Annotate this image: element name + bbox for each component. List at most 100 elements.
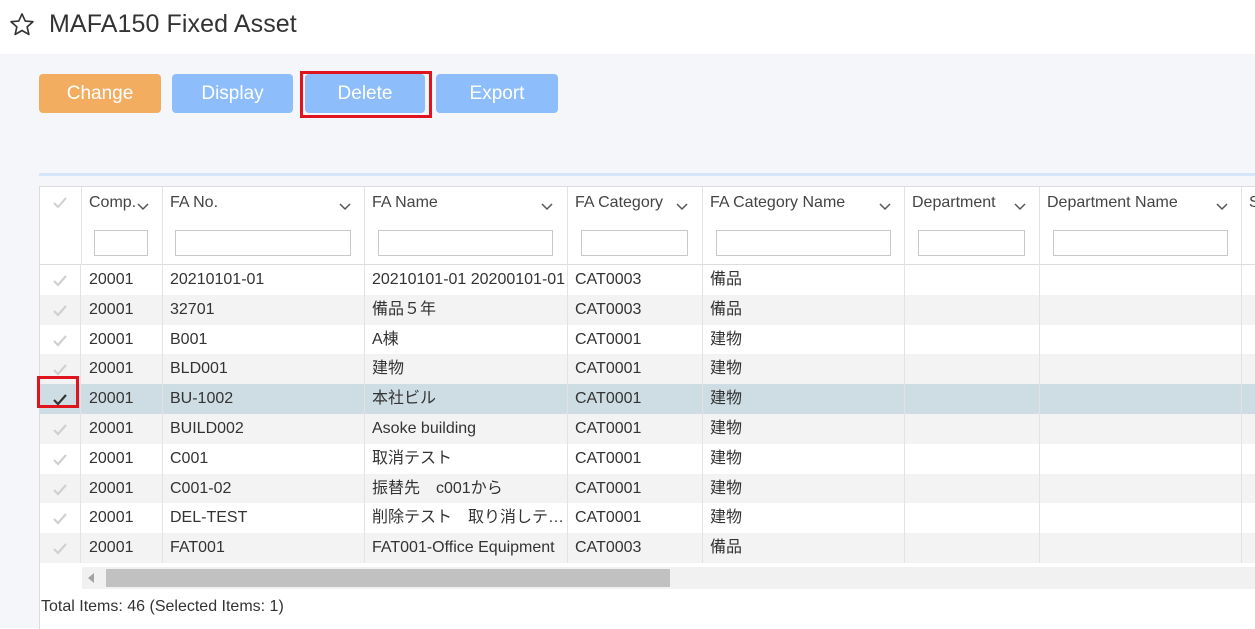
cell-fa-category: CAT0001: [568, 443, 703, 474]
filter-input-fa-name[interactable]: [378, 230, 553, 256]
row-checkbox[interactable]: [40, 324, 81, 355]
cell-company: 20001: [82, 503, 163, 534]
filter-input-fa-category-name[interactable]: [716, 230, 891, 256]
chevron-down-icon[interactable]: [878, 201, 892, 211]
page-title: MAFA150 Fixed Asset: [49, 10, 297, 38]
column-header-next[interactable]: S: [1242, 187, 1255, 265]
column-label: Comp.: [89, 194, 137, 211]
column-label: FA No.: [170, 194, 219, 211]
row-checkbox[interactable]: [40, 354, 81, 385]
row-checkbox[interactable]: [40, 384, 81, 415]
table-row[interactable]: 20001 C001-02 振替先 c001から CAT0001 建物: [40, 473, 1255, 504]
cell-fa-category: CAT0003: [568, 294, 703, 325]
row-checkbox[interactable]: [40, 294, 81, 325]
filter-input-department[interactable]: [918, 230, 1025, 256]
filter-input-fa-category[interactable]: [581, 230, 688, 256]
cell-fa-category-name: 建物: [703, 473, 905, 504]
cell-department-name: [1040, 294, 1242, 325]
cell-next: [1242, 325, 1255, 355]
table-row[interactable]: 20001 C001 取消テスト CAT0001 建物: [40, 443, 1255, 474]
cell-fa-category: CAT0001: [568, 503, 703, 534]
table-row[interactable]: 20001 FAT001 FAT001-Office Equipment CAT000…: [40, 533, 1255, 564]
cell-fa-name: 20210101-01 20200101-01: [365, 265, 568, 295]
chevron-down-icon[interactable]: [540, 201, 554, 211]
chevron-down-icon[interactable]: [1215, 201, 1229, 211]
check-icon: [53, 454, 67, 466]
cell-fa-category-name: 備品: [703, 265, 905, 295]
column-header-company[interactable]: Comp.: [82, 187, 163, 265]
cell-fa-category: CAT0001: [568, 473, 703, 504]
cell-fa-category: CAT0003: [568, 533, 703, 564]
table-row[interactable]: 20001 BU-1002 本社ビル CAT0001 建物: [40, 384, 1255, 415]
cell-fa-category: CAT0001: [568, 324, 703, 355]
cell-fa-name: 本社ビル: [365, 384, 568, 415]
column-header-department[interactable]: Department: [905, 187, 1040, 265]
star-icon[interactable]: [8, 11, 36, 39]
cell-department-name: [1040, 533, 1242, 564]
row-checkbox[interactable]: [40, 503, 81, 534]
cell-next: [1242, 474, 1255, 504]
cell-company: 20001: [82, 265, 163, 295]
filter-input-department-name[interactable]: [1053, 230, 1228, 256]
check-icon: [53, 543, 67, 555]
cell-fa-no: 32701: [163, 294, 365, 325]
horizontal-scrollbar[interactable]: [82, 567, 1255, 589]
row-checkbox[interactable]: [40, 533, 81, 564]
cell-department: [905, 354, 1040, 385]
row-checkbox[interactable]: [40, 414, 81, 444]
change-button[interactable]: Change: [39, 74, 161, 113]
cell-department: [905, 443, 1040, 474]
cell-company: 20001: [82, 414, 163, 444]
cell-fa-category: CAT0001: [568, 384, 703, 415]
row-checkbox[interactable]: [40, 473, 81, 504]
cell-fa-name: Asoke building: [365, 414, 568, 444]
chevron-down-icon[interactable]: [338, 201, 352, 211]
column-header-fa-no[interactable]: FA No.: [163, 187, 365, 265]
filter-input-fa-no[interactable]: [175, 230, 351, 256]
cell-department-name: [1040, 384, 1242, 415]
filter-input-company[interactable]: [94, 230, 148, 256]
title-bar: MAFA150 Fixed Asset: [0, 0, 1255, 54]
column-header-fa-name[interactable]: FA Name: [365, 187, 568, 265]
table-row[interactable]: 20001 BLD001 建物 CAT0001 建物: [40, 354, 1255, 385]
cell-company: 20001: [82, 324, 163, 355]
export-button[interactable]: Export: [436, 74, 558, 113]
scrollbar-thumb[interactable]: [106, 569, 670, 587]
column-header-department-name[interactable]: Department Name: [1040, 187, 1242, 265]
select-all-header[interactable]: [40, 187, 82, 265]
table-row[interactable]: 20001 DEL-TEST 削除テスト 取り消しテスト CAT0001 建物: [40, 503, 1255, 534]
scroll-left-icon[interactable]: [88, 573, 94, 583]
cell-fa-no: 20210101-01: [163, 265, 365, 295]
cell-next: [1242, 354, 1255, 384]
cell-fa-name: 振替先 c001から: [365, 473, 568, 504]
cell-department-name: [1040, 324, 1242, 355]
cell-fa-name: 建物: [365, 354, 568, 385]
row-checkbox[interactable]: [40, 443, 81, 474]
cell-department-name: [1040, 473, 1242, 504]
table-row[interactable]: 20001 32701 備品５年 CAT0003 備品: [40, 294, 1255, 325]
chevron-down-icon[interactable]: [675, 201, 689, 211]
cell-company: 20001: [82, 294, 163, 325]
cell-fa-category-name: 建物: [703, 443, 905, 474]
chevron-down-icon[interactable]: [1013, 201, 1027, 211]
table-row[interactable]: 20001 20210101-01 20210101-01 20200101-01 C…: [40, 265, 1255, 295]
column-header-fa-category[interactable]: FA Category: [568, 187, 703, 265]
row-checkbox[interactable]: [40, 265, 81, 295]
cell-department-name: [1040, 443, 1242, 474]
check-icon: [53, 513, 67, 525]
column-header-fa-category-name[interactable]: FA Category Name: [703, 187, 905, 265]
cell-next: [1242, 533, 1255, 563]
cell-next: [1242, 503, 1255, 533]
cell-next: [1242, 295, 1255, 325]
cell-fa-category-name: 建物: [703, 324, 905, 355]
table-row[interactable]: 20001 BUILD002 Asoke building CAT0001 建物: [40, 414, 1255, 444]
delete-button[interactable]: Delete: [305, 74, 425, 113]
display-button[interactable]: Display: [172, 74, 293, 113]
check-icon: [53, 197, 67, 209]
cell-fa-category-name: 建物: [703, 503, 905, 534]
column-label: FA Category: [575, 194, 664, 211]
table-row[interactable]: 20001 B001 A棟 CAT0001 建物: [40, 324, 1255, 355]
cell-department: [905, 503, 1040, 534]
chevron-down-icon[interactable]: [136, 201, 150, 211]
cell-company: 20001: [82, 443, 163, 474]
